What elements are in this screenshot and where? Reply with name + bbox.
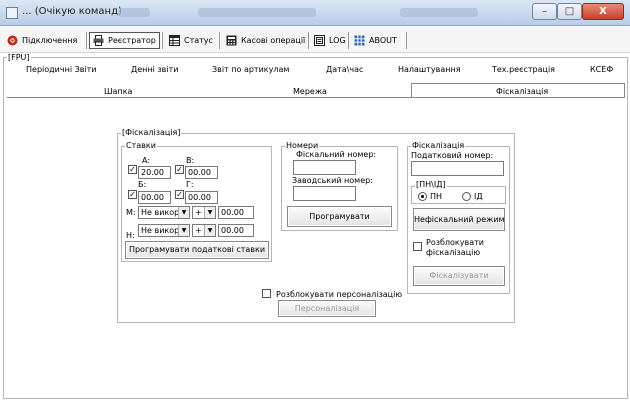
toolbar-about-label: ABOUT [369,36,397,45]
personalization-button[interactable]: Персоналізація [278,300,376,317]
tax-number-label: Податковий номер: [411,151,494,160]
tab-daily-reports[interactable]: Денні звіти [131,65,178,74]
title-blur [400,8,478,17]
toolbar-cash-operations-button[interactable]: Касові операції [223,32,308,49]
rate-a-checkbox[interactable]: ✓ [128,165,137,174]
toolbar-status-button[interactable]: Статус [166,32,216,49]
rate-h-select[interactable]: Не викор ▼ [138,224,190,237]
rate-h-field[interactable]: 00.00 [218,224,254,237]
unlock-personalization-label: Розблокувати персоналізацію [276,290,403,299]
tab-article-report[interactable]: Звіт по артикулам [212,65,289,74]
window-title: ... (Очікую команд) [22,6,122,17]
toolbar-registrar-button[interactable]: Реєстратор [89,32,160,49]
tab-divider [7,97,625,98]
tab-fiscalization[interactable]: Фіскалізація [496,87,548,96]
minimize-button[interactable]: – [532,3,557,20]
rate-h-select-value: Не викор [141,226,180,235]
toolbar-separator [86,32,87,49]
toolbar-connect-button[interactable]: Підключення [4,32,80,49]
rate-m-sign-value: + [195,208,202,217]
toolbar-connect-label: Підключення [22,36,78,45]
tab-settings[interactable]: Налаштування [398,65,461,74]
tab-tech-registration[interactable]: Тех.реєстрація [492,65,555,74]
pn-id-group-label: [ПН\ІД] [415,180,447,189]
radio-pn[interactable] [418,192,427,201]
fiscalization-group-label: Фіскалізація [411,141,466,150]
printer-icon [93,35,104,46]
fpu-group-label: [FPU] [7,53,31,62]
toolbar-separator [308,32,309,49]
rate-g-label: Г: [186,180,194,189]
chevron-down-icon: ▼ [204,207,215,218]
rate-b-label: B: [186,156,195,165]
tab-header[interactable]: Шапка [104,87,132,96]
log-icon [314,35,325,46]
app-icon [6,7,18,19]
toolbar-cash-operations-label: Касові операції [241,36,306,45]
rate-h-sign-value: + [195,226,202,235]
tax-number-field[interactable] [411,161,504,176]
rate-h-sign-select[interactable]: + ▼ [192,224,216,237]
tab-network[interactable]: Мережа [293,87,327,96]
rate-b-field[interactable]: 00.00 [185,166,218,179]
toolbar-log-button[interactable]: LOG [311,32,349,49]
unlock-fiscalization-label-line2: фіскалізацію [426,248,481,257]
chevron-down-icon: ▼ [178,225,189,236]
toolbar-separator [348,32,349,49]
rate-g-field[interactable]: 00.00 [185,191,218,204]
rate-m-sign-select[interactable]: + ▼ [192,206,216,219]
rate-v-label: Б: [138,180,147,189]
factory-number-field[interactable] [293,186,356,201]
rate-v-checkbox[interactable]: ✓ [128,190,137,199]
unlock-fiscalization-label-line1: Розблокувати [426,238,484,247]
table-icon [169,35,180,46]
title-blur [198,8,316,17]
tab-periodic-reports[interactable]: Періодичні Звіти [26,65,97,74]
tab-date-time[interactable]: Дата\час [326,65,363,74]
radio-pn-label: ПН [430,192,443,201]
toolbar-log-label: LOG [329,36,346,45]
rate-a-field[interactable]: 20.00 [138,166,171,179]
rate-m-label: M: [126,208,136,217]
program-tax-rates-button[interactable]: Програмувати податкові ставки [125,241,269,259]
toolbar-separator [406,32,407,49]
close-button[interactable]: X [582,3,624,20]
radio-id-label: ІД [474,192,483,201]
power-icon [7,35,18,46]
rate-b-checkbox[interactable]: ✓ [175,165,184,174]
rate-m-select-value: Не викор [141,208,180,217]
rates-group-label: Ставки [125,141,157,150]
toolbar-registrar-label: Реєстратор [108,36,156,45]
rate-g-checkbox[interactable]: ✓ [175,190,184,199]
fiscalization-panel-label: [Фіскалізація] [121,128,182,137]
unlock-personalization-checkbox[interactable] [262,289,271,298]
unlock-fiscalization-checkbox[interactable] [413,242,422,251]
rate-a-label: A: [142,156,151,165]
factory-number-label: Заводський номер: [292,176,373,185]
fiscal-number-label: Фіскальний номер: [296,150,377,159]
chevron-down-icon: ▼ [204,225,215,236]
chevron-down-icon: ▼ [178,207,189,218]
calculator-icon [226,35,237,46]
fiscalize-button[interactable]: Фіскалізувати [413,266,505,286]
numbers-group-label: Номери [285,141,320,150]
tab-ksef[interactable]: КСЕФ [590,65,613,74]
toolbar-separator [162,32,163,49]
rate-h-label: H: [126,231,135,240]
radio-id[interactable] [462,192,471,201]
toolbar-status-label: Статус [184,36,213,45]
title-blur [118,8,150,17]
program-numbers-button[interactable]: Програмувати [287,206,392,227]
grid-icon [354,35,365,46]
rate-m-select[interactable]: Не викор ▼ [138,206,190,219]
rate-v-field[interactable]: 00.00 [138,191,171,204]
toolbar-separator [219,32,220,49]
fiscal-mode-button[interactable]: Нефіскальний режим [413,208,505,231]
fiscal-number-field[interactable] [293,160,356,175]
maximize-button[interactable]: □ [557,3,582,20]
toolbar-about-button[interactable]: ABOUT [351,32,400,49]
rate-m-field[interactable]: 00.00 [218,206,254,219]
